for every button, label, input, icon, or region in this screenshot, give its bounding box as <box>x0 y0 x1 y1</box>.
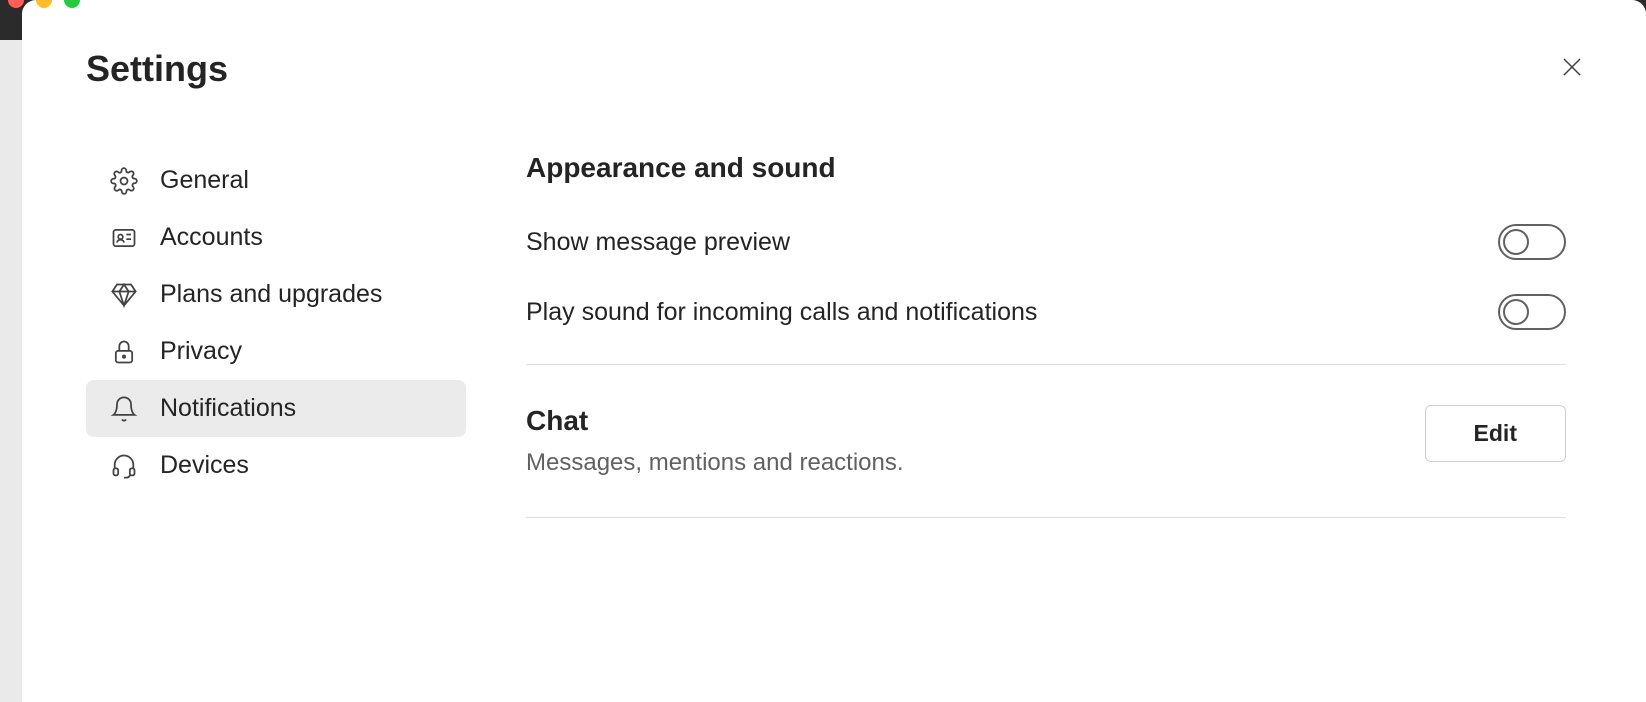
section-chat: Chat Messages, mentions and reactions. E… <box>526 405 1566 477</box>
sidebar-item-label: Privacy <box>160 337 242 366</box>
toggle-play-sound[interactable] <box>1498 294 1566 330</box>
section-chat-description: Messages, mentions and reactions. <box>526 449 904 477</box>
section-chat-title: Chat <box>526 405 904 437</box>
headset-icon <box>110 452 138 480</box>
divider <box>526 517 1566 518</box>
sidebar-item-notifications[interactable]: Notifications <box>86 380 466 437</box>
setting-show-preview: Show message preview <box>526 224 1566 260</box>
sidebar-item-plans[interactable]: Plans and upgrades <box>86 266 466 323</box>
window-traffic-lights <box>0 0 88 8</box>
sidebar-item-label: Notifications <box>160 394 296 423</box>
close-icon <box>1560 55 1584 82</box>
modal-body: General Accounts <box>86 152 1586 558</box>
toggle-show-preview[interactable] <box>1498 224 1566 260</box>
settings-sidebar: General Accounts <box>86 152 466 558</box>
minimize-window-button[interactable] <box>36 0 52 8</box>
section-appearance-title: Appearance and sound <box>526 152 1566 184</box>
setting-label: Show message preview <box>526 228 790 257</box>
sidebar-item-accounts[interactable]: Accounts <box>86 209 466 266</box>
sidebar-item-devices[interactable]: Devices <box>86 437 466 494</box>
bell-icon <box>110 395 138 423</box>
page-title: Settings <box>86 48 1586 90</box>
sidebar-item-label: Plans and upgrades <box>160 280 382 309</box>
toggle-knob <box>1503 299 1529 325</box>
gear-icon <box>110 167 138 195</box>
sidebar-item-label: General <box>160 166 249 195</box>
id-card-icon <box>110 224 138 252</box>
sidebar-item-label: Accounts <box>160 223 263 252</box>
sidebar-item-general[interactable]: General <box>86 152 466 209</box>
diamond-icon <box>110 281 138 309</box>
modal-header: Settings <box>86 48 1586 90</box>
settings-modal: Settings General <box>22 0 1646 702</box>
sidebar-item-privacy[interactable]: Privacy <box>86 323 466 380</box>
maximize-window-button[interactable] <box>64 0 80 8</box>
setting-label: Play sound for incoming calls and notifi… <box>526 298 1037 327</box>
settings-content: Appearance and sound Show message previe… <box>526 152 1586 558</box>
chat-text-group: Chat Messages, mentions and reactions. <box>526 405 904 477</box>
setting-play-sound: Play sound for incoming calls and notifi… <box>526 294 1566 330</box>
toggle-knob <box>1503 229 1529 255</box>
background-app-strip <box>0 40 22 702</box>
close-button[interactable] <box>1558 54 1586 82</box>
divider <box>526 364 1566 365</box>
sidebar-item-label: Devices <box>160 451 249 480</box>
close-window-button[interactable] <box>8 0 24 8</box>
edit-chat-button[interactable]: Edit <box>1425 405 1566 462</box>
lock-icon <box>110 338 138 366</box>
